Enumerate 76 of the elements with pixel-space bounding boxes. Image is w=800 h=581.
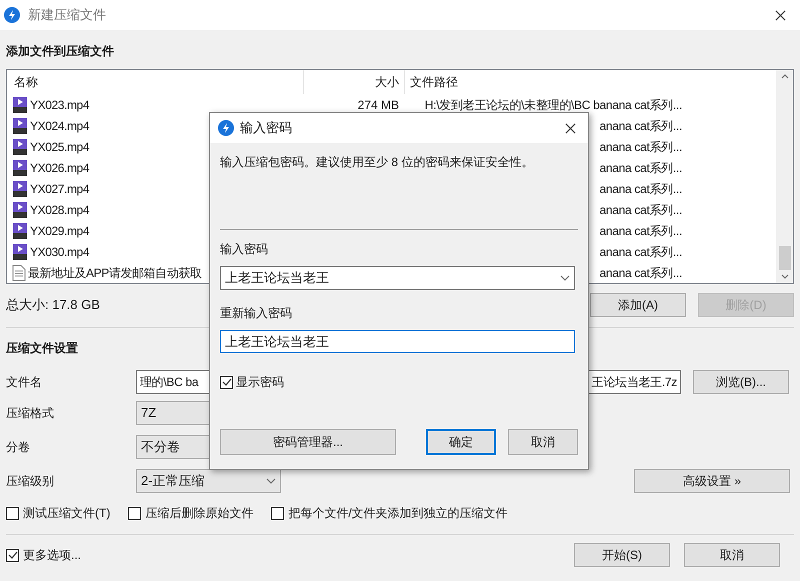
footer-button[interactable]: 取消 xyxy=(684,543,780,567)
checkbox[interactable] xyxy=(128,506,142,520)
field-label: 文件名 xyxy=(6,374,43,391)
checkbox-label: 测试压缩文件(T) xyxy=(23,505,110,522)
file-name: YX027.mp4 xyxy=(30,180,90,198)
checkbox-label: 把每个文件/文件夹添加到独立的压缩文件 xyxy=(288,505,508,522)
dialog-button[interactable]: 取消 xyxy=(508,429,578,455)
file-name: YX030.mp4 xyxy=(30,244,90,260)
window-title: 新建压缩文件 xyxy=(28,6,106,24)
field-label: 压缩格式 xyxy=(6,405,55,422)
file-name: YX029.mp4 xyxy=(30,222,90,240)
advanced-settings-button[interactable]: 高级设置 » xyxy=(634,469,790,493)
section-heading: 添加文件到压缩文件 xyxy=(6,43,115,60)
column-header[interactable]: 文件路径 xyxy=(404,70,684,94)
video-file-icon xyxy=(12,180,28,196)
checkbox[interactable] xyxy=(220,376,233,388)
file-name: 最新地址及APP请发邮箱自动获取 xyxy=(28,264,202,282)
document-icon xyxy=(12,264,26,280)
field-label: 压缩级别 xyxy=(6,473,55,490)
video-file-icon xyxy=(12,118,28,134)
checkmark-icon xyxy=(8,550,18,560)
password-manager-button[interactable]: 密码管理器... xyxy=(220,429,396,455)
scroll-thumb[interactable] xyxy=(778,246,790,270)
dropdown[interactable]: 2-正常压缩 xyxy=(136,469,281,493)
file-path: anana cat系列... xyxy=(599,222,682,240)
file-path: anana cat系列... xyxy=(599,160,682,176)
field-label: 重新输入密码 xyxy=(220,305,293,322)
field-label: 输入密码 xyxy=(220,241,269,258)
browse-button[interactable]: 浏览(B)... xyxy=(693,370,789,394)
dialog-message: 输入压缩包密码。建议使用至少 8 位的密码来保证安全性。 xyxy=(220,154,534,171)
section-heading: 压缩文件设置 xyxy=(6,340,78,357)
file-name: YX028.mp4 xyxy=(30,202,90,218)
checkbox-label: 更多选项... xyxy=(23,547,82,564)
checkbox[interactable] xyxy=(271,506,284,520)
file-name: YX024.mp4 xyxy=(30,118,90,134)
video-file-icon xyxy=(12,96,28,112)
dialog-button[interactable]: 确定 xyxy=(426,429,496,455)
scroll-down-icon[interactable] xyxy=(780,274,788,279)
scrollbar[interactable] xyxy=(776,70,793,283)
chevron-down-icon xyxy=(560,275,570,281)
file-path: anana cat系列... xyxy=(599,118,682,134)
video-file-icon xyxy=(12,202,28,218)
video-file-icon xyxy=(12,160,28,176)
file-path: anana cat系列... xyxy=(599,180,682,198)
password-combobox[interactable]: 上老王论坛当老王 xyxy=(220,266,575,290)
file-path: anana cat系列... xyxy=(599,244,682,260)
field-label: 分卷 xyxy=(6,439,31,456)
video-file-icon xyxy=(12,222,28,238)
total-size: 总大小: 17.8 GB xyxy=(6,296,100,314)
checkbox-label: 显示密码 xyxy=(236,374,284,391)
column-header[interactable]: 名称 xyxy=(7,70,304,94)
app-logo-icon xyxy=(4,7,20,23)
file-name: YX025.mp4 xyxy=(30,138,90,156)
file-path: anana cat系列... xyxy=(599,264,682,282)
scroll-up-icon[interactable] xyxy=(780,74,788,79)
file-path: anana cat系列... xyxy=(599,202,682,218)
file-path: anana cat系列... xyxy=(599,138,682,156)
chevron-down-icon xyxy=(266,478,276,484)
footer-button[interactable]: 开始(S) xyxy=(574,543,670,567)
checkbox[interactable] xyxy=(6,506,19,520)
confirm-password-field[interactable]: 上老王论坛当老王 xyxy=(220,330,575,353)
video-file-icon xyxy=(12,138,28,154)
app-logo-icon xyxy=(218,120,234,136)
file-size: 274 MB xyxy=(358,96,399,114)
checkmark-icon xyxy=(222,377,232,387)
checkbox-label: 压缩后删除原始文件 xyxy=(145,505,254,522)
file-name: YX026.mp4 xyxy=(30,160,90,176)
close-icon[interactable] xyxy=(565,122,576,134)
dialog-title: 输入密码 xyxy=(240,119,292,138)
close-icon[interactable] xyxy=(775,10,786,20)
video-file-icon xyxy=(12,244,28,260)
file-name: YX023.mp4 xyxy=(30,96,90,114)
checkbox[interactable] xyxy=(6,548,19,562)
column-header[interactable]: 大小 xyxy=(304,70,404,94)
list-button[interactable]: 添加(A) xyxy=(590,293,686,317)
file-path: H:\发到老王论坛的\未整理的\BC banana cat系列... xyxy=(424,96,682,114)
